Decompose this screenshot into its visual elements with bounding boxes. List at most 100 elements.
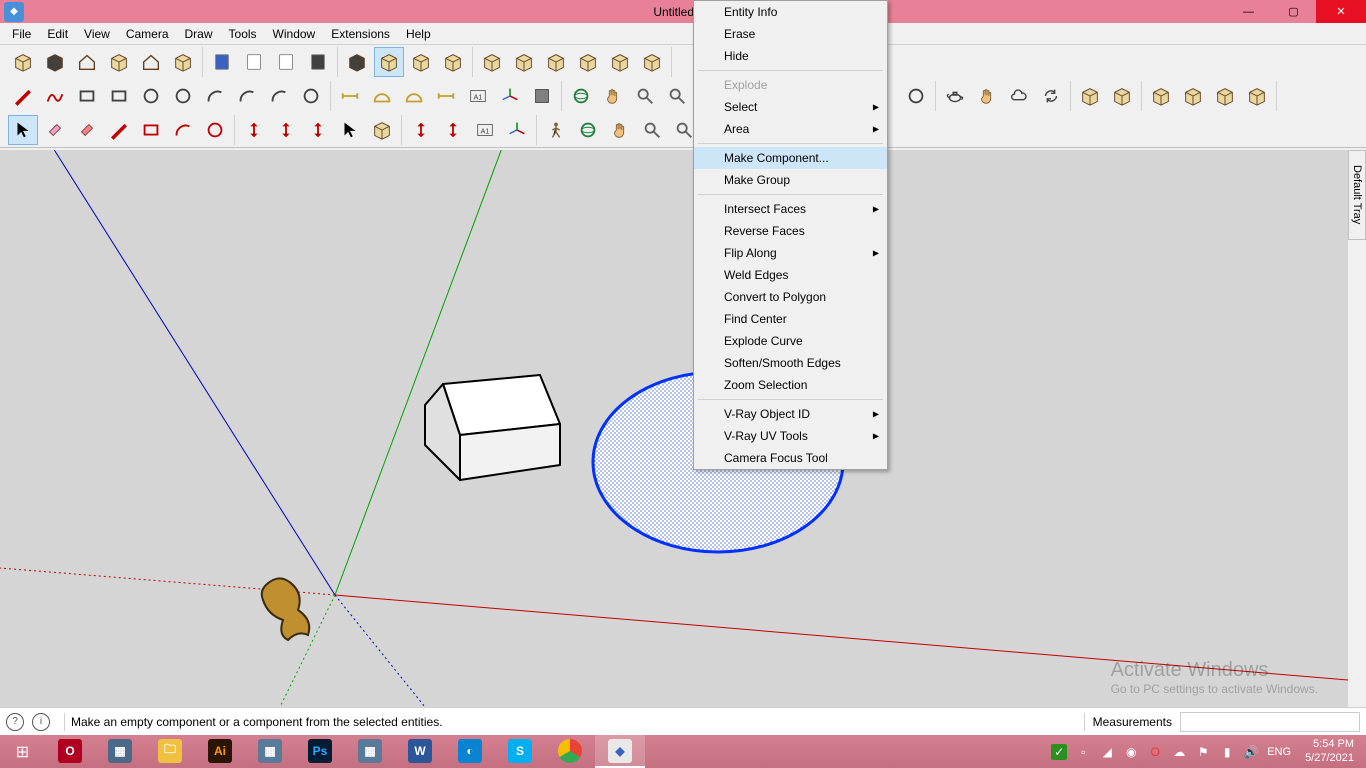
cloud-tool[interactable]	[1004, 81, 1034, 111]
tray-dell-icon[interactable]: ◉	[1123, 744, 1139, 760]
panel-1-tool[interactable]	[1146, 81, 1176, 111]
context-menu-item-zoom-selection[interactable]: Zoom Selection	[694, 374, 887, 396]
circle-red-tool[interactable]	[200, 115, 230, 145]
context-menu-item-hide[interactable]: Hide	[694, 45, 887, 67]
taskbar-clock[interactable]: 5:54 PM 5/27/2021	[1299, 738, 1360, 764]
context-menu-item-select[interactable]: Select▶	[694, 96, 887, 118]
taskbar-app-generic2[interactable]: ▦	[345, 735, 395, 768]
tray-volume-icon[interactable]: 🔊	[1243, 744, 1259, 760]
tape-tool[interactable]	[335, 81, 365, 111]
tray-shield-icon[interactable]: ✓	[1051, 744, 1067, 760]
dimension-1-tool[interactable]	[431, 81, 461, 111]
menu-window[interactable]: Window	[265, 25, 324, 43]
section-plane-tool[interactable]	[527, 81, 557, 111]
arc2-tool[interactable]	[232, 81, 262, 111]
context-menu-item-erase[interactable]: Erase	[694, 23, 887, 45]
context-menu-item-reverse-faces[interactable]: Reverse Faces	[694, 220, 887, 242]
panel-2-tool[interactable]	[1178, 81, 1208, 111]
house-outline-tool[interactable]	[136, 47, 166, 77]
line-red-tool[interactable]	[104, 115, 134, 145]
comp-2-tool[interactable]	[509, 47, 539, 77]
context-menu-item-flip-along[interactable]: Flip Along▶	[694, 242, 887, 264]
move-cross-tool[interactable]	[303, 115, 333, 145]
comp-5-tool[interactable]	[605, 47, 635, 77]
freehand-tool[interactable]	[40, 81, 70, 111]
context-menu-item-convert-to-polygon[interactable]: Convert to Polygon	[694, 286, 887, 308]
stack-dark-tool[interactable]	[342, 47, 372, 77]
context-menu-item-intersect-faces[interactable]: Intersect Faces▶	[694, 198, 887, 220]
status-help-icon[interactable]: ?	[6, 713, 24, 731]
orbit-tool[interactable]	[573, 115, 603, 145]
box-small-tool[interactable]	[168, 47, 198, 77]
vray-circle-tool[interactable]	[901, 81, 931, 111]
measurements-input[interactable]	[1180, 712, 1360, 732]
menu-extensions[interactable]: Extensions	[323, 25, 398, 43]
eraser-tool[interactable]	[40, 115, 70, 145]
layers-3-tool[interactable]	[438, 47, 468, 77]
axes-tool-tool[interactable]	[495, 81, 525, 111]
zoom-tool[interactable]	[637, 115, 667, 145]
menu-edit[interactable]: Edit	[39, 25, 76, 43]
rect-red-tool[interactable]	[136, 115, 166, 145]
circle-tool[interactable]	[136, 81, 166, 111]
orbit-globe-tool[interactable]	[566, 81, 596, 111]
box-closed-tool[interactable]	[40, 47, 70, 77]
move-red-tool[interactable]	[271, 115, 301, 145]
select-arrow-tool[interactable]	[8, 115, 38, 145]
taskbar-app-word[interactable]: W	[395, 735, 445, 768]
taskbar-app-sketchup[interactable]: ◆	[595, 735, 645, 768]
text-tool-tool[interactable]: A1	[463, 81, 493, 111]
context-menu-item-camera-focus-tool[interactable]: Camera Focus Tool	[694, 447, 887, 469]
taskbar-app-illustrator[interactable]: Ai	[195, 735, 245, 768]
polygon-tool[interactable]	[168, 81, 198, 111]
tray-cloud-icon[interactable]: ☁	[1171, 744, 1187, 760]
pan-tool[interactable]	[605, 115, 635, 145]
teapot-tool[interactable]	[940, 81, 970, 111]
sheet-white-tool[interactable]	[239, 47, 269, 77]
arc-tool[interactable]	[200, 81, 230, 111]
panel-3-tool[interactable]	[1210, 81, 1240, 111]
pie-tool[interactable]	[296, 81, 326, 111]
comp-3-tool[interactable]	[541, 47, 571, 77]
offset-tool[interactable]	[406, 115, 436, 145]
tray-opera-icon[interactable]: O	[1147, 744, 1163, 760]
tray-lang[interactable]: ENG	[1267, 746, 1291, 758]
menu-view[interactable]: View	[76, 25, 118, 43]
walk-tool[interactable]	[541, 115, 571, 145]
axes-tool[interactable]	[502, 115, 532, 145]
menu-camera[interactable]: Camera	[118, 25, 177, 43]
vfb-1-tool[interactable]	[1075, 81, 1105, 111]
minimize-button[interactable]: —	[1226, 0, 1271, 23]
taskbar-app-skype[interactable]: S	[495, 735, 545, 768]
close-button[interactable]: ✕	[1316, 0, 1366, 23]
sheet-grey-tool[interactable]	[271, 47, 301, 77]
start-button[interactable]: ⊞	[0, 735, 45, 768]
box-open-tool[interactable]	[8, 47, 38, 77]
taskbar-app-opera[interactable]: O	[45, 735, 95, 768]
sheet-blue-tool[interactable]	[207, 47, 237, 77]
pencil-tool[interactable]	[8, 81, 38, 111]
taskbar-app-taskview[interactable]: ▦	[95, 735, 145, 768]
tray-battery-icon[interactable]: ▮	[1219, 744, 1235, 760]
context-menu-item-v-ray-uv-tools[interactable]: V-Ray UV Tools▶	[694, 425, 887, 447]
menu-tools[interactable]: Tools	[221, 25, 265, 43]
context-menu-item-make-group[interactable]: Make Group	[694, 169, 887, 191]
rotate-arrows-tool[interactable]	[335, 115, 365, 145]
menu-draw[interactable]: Draw	[177, 25, 221, 43]
context-menu-item-weld-edges[interactable]: Weld Edges	[694, 264, 887, 286]
layers-2-tool[interactable]	[406, 47, 436, 77]
context-menu-item-entity-info[interactable]: Entity Info	[694, 1, 887, 23]
tray-wifi-icon[interactable]: ◢	[1099, 744, 1115, 760]
scale-box-tool[interactable]	[367, 115, 397, 145]
context-menu-item-v-ray-object-id[interactable]: V-Ray Object ID▶	[694, 403, 887, 425]
followme-tool[interactable]	[438, 115, 468, 145]
maximize-button[interactable]: ▢	[1271, 0, 1316, 23]
pan-hand-tool[interactable]	[598, 81, 628, 111]
viewport-3d[interactable]	[0, 150, 1348, 707]
protractor-2-tool[interactable]	[399, 81, 429, 111]
text-A1-tool[interactable]: A1	[470, 115, 500, 145]
taskbar-app-chrome[interactable]	[545, 735, 595, 768]
box-outline-tool[interactable]	[104, 47, 134, 77]
menu-file[interactable]: File	[4, 25, 39, 43]
eraser-red-tool[interactable]	[72, 115, 102, 145]
